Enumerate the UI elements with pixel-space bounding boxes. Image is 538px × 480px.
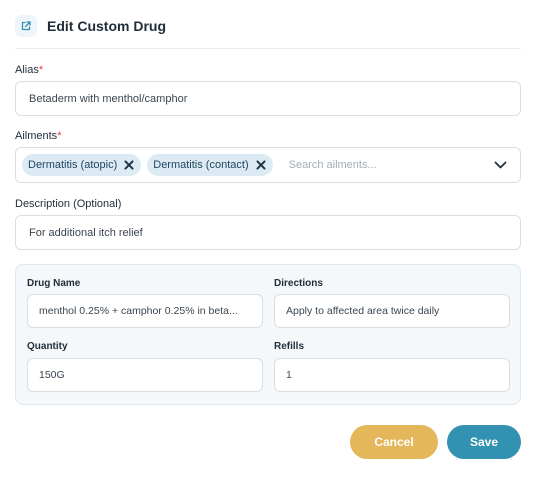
ailment-chip-label: Dermatitis (atopic): [28, 159, 118, 171]
ailments-label: Ailments*: [15, 130, 61, 142]
directions-input[interactable]: Apply to affected area twice daily: [274, 294, 510, 328]
ailments-search-input[interactable]: Search ailments...: [289, 159, 492, 171]
alias-value: Betaderm with menthol/camphor: [29, 92, 188, 105]
alias-label: Alias*: [15, 64, 43, 76]
alias-required-mark: *: [38, 64, 44, 76]
description-value: For additional itch relief: [29, 226, 143, 239]
description-label: Description (Optional): [15, 198, 122, 210]
description-input[interactable]: For additional itch relief: [15, 215, 521, 250]
ailment-chip-label: Dermatitis (contact): [153, 159, 249, 171]
ailment-chip: Dermatitis (atopic): [22, 154, 142, 176]
header-divider: [15, 48, 521, 49]
save-button[interactable]: Save: [447, 425, 521, 459]
chevron-down-icon[interactable]: [492, 157, 508, 173]
ailments-required-mark: *: [57, 130, 62, 142]
quantity-input[interactable]: 150G: [27, 358, 263, 392]
page-title: Edit Custom Drug: [47, 18, 166, 34]
dialog-header: Edit Custom Drug: [15, 12, 166, 40]
ailment-chip: Dermatitis (contact): [147, 154, 273, 176]
remove-chip-icon[interactable]: [124, 160, 134, 170]
directions-value: Apply to affected area twice daily: [286, 305, 440, 317]
drug-name-label: Drug Name: [27, 278, 81, 289]
directions-label: Directions: [274, 278, 323, 289]
cancel-button[interactable]: Cancel: [350, 425, 438, 459]
drug-name-value: menthol 0.25% + camphor 0.25% in beta...: [39, 305, 238, 317]
refills-input[interactable]: 1: [274, 358, 510, 392]
quantity-label: Quantity: [27, 341, 68, 352]
remove-chip-icon[interactable]: [256, 160, 266, 170]
alias-label-text: Alias: [15, 64, 39, 76]
ailments-label-text: Ailments: [15, 130, 58, 142]
drug-name-input[interactable]: menthol 0.25% + camphor 0.25% in beta...: [27, 294, 263, 328]
refills-value: 1: [286, 369, 292, 381]
drug-details-panel: Drug Name menthol 0.25% + camphor 0.25% …: [15, 264, 521, 405]
external-link-icon[interactable]: [15, 15, 37, 37]
refills-label: Refills: [274, 341, 305, 352]
ailments-multiselect[interactable]: Dermatitis (atopic) Dermatitis (contact)…: [15, 147, 521, 183]
alias-input[interactable]: Betaderm with menthol/camphor: [15, 81, 521, 116]
quantity-value: 150G: [39, 369, 65, 381]
